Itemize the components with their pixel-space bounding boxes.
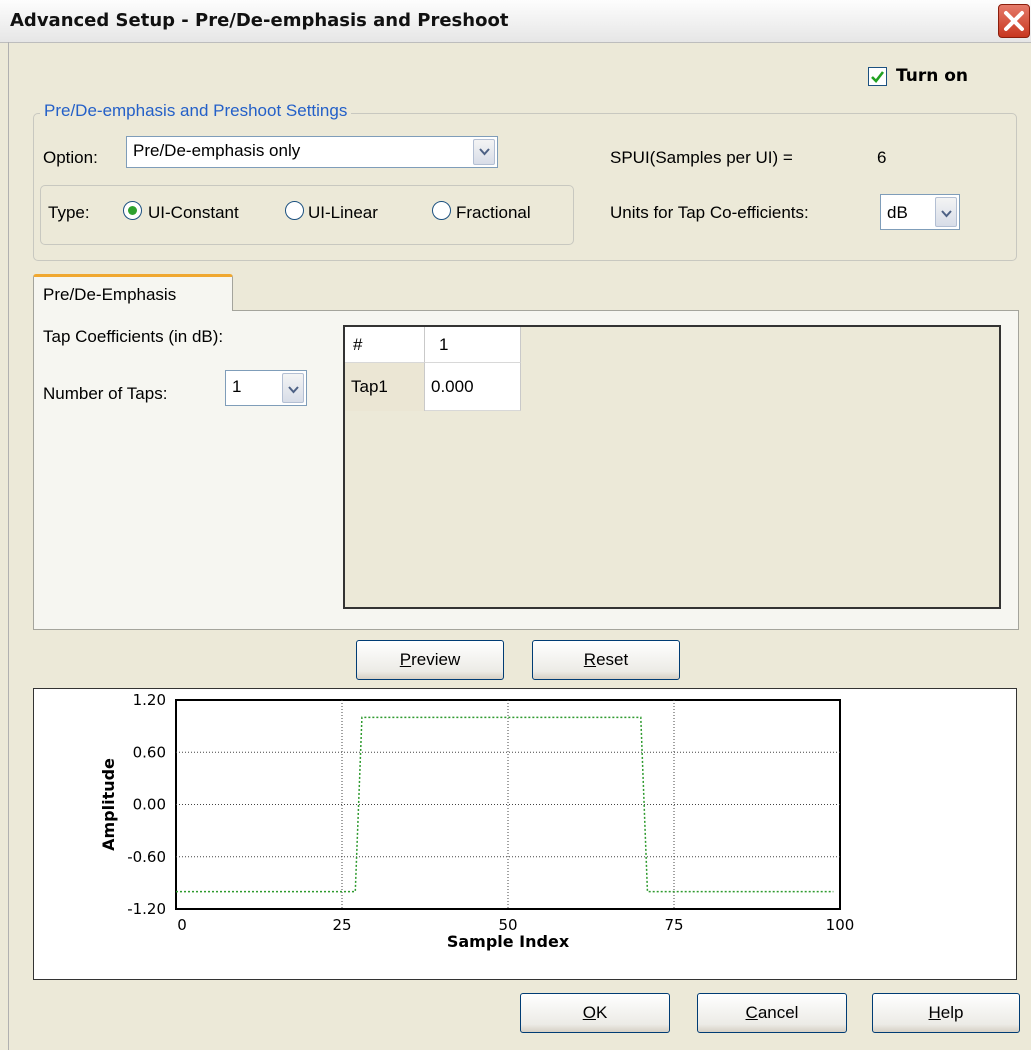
y-axis-label: Amplitude [99,758,118,851]
option-dropdown[interactable]: Pre/De-emphasis only [126,136,498,168]
x-tick-label: 25 [332,916,351,934]
window-edge [8,42,9,1050]
units-dropdown[interactable]: dB [880,194,960,230]
x-axis-label: Sample Index [447,932,570,951]
preview-button-mnemonic: P [399,650,412,669]
ok-button-mnemonic: O [582,1003,596,1022]
units-value: dB [887,203,908,222]
chevron-down-icon [288,386,299,394]
tap1-value: 0.000 [431,377,474,396]
help-button-label: elp [940,1003,964,1022]
reset-button[interactable]: Reset [532,640,680,680]
ok-button-label: K [595,1003,608,1022]
radio-ui-linear[interactable] [285,201,304,220]
tap1-value-cell[interactable]: 0.000 [425,363,521,411]
grid-header-cell: # [345,327,425,363]
units-label: Units for Tap Co-efficients: [610,203,809,222]
dropdown-arrow-button[interactable] [473,139,495,165]
ok-button[interactable]: OK [520,993,670,1033]
preview-button[interactable]: Preview [356,640,504,680]
tap-coefficients-grid[interactable]: # 1 Tap1 0.000 [343,325,1001,609]
radio-ui-linear-label[interactable]: UI-Linear [308,203,378,223]
grid-header-cell: 1 [425,327,521,363]
y-tick-label: 0.60 [133,743,166,761]
y-tick-label: 1.20 [133,691,166,709]
spui-value: 6 [877,148,887,167]
dropdown-arrow-button[interactable] [935,197,957,227]
cancel-button-mnemonic: C [745,1003,758,1022]
y-tick-label: 0.00 [133,796,166,814]
grid-header-col-1: 1 [439,335,449,354]
y-tick-label: -0.60 [127,848,166,866]
checkbox-box[interactable] [868,67,887,86]
radio-selected-dot [128,206,137,215]
reset-button-mnemonic: R [583,650,597,669]
option-label: Option: [43,148,98,167]
radio-fractional-label[interactable]: Fractional [456,203,531,223]
radio-fractional[interactable] [432,201,451,220]
chevron-down-icon [479,148,490,156]
y-tick-label: -1.20 [127,900,166,918]
type-label: Type: [48,203,90,222]
turn-on-label: Turn on [896,66,969,86]
spui-label: SPUI(Samples per UI) = [610,148,793,167]
help-button-mnemonic: H [928,1003,941,1022]
close-button[interactable] [998,4,1030,38]
title-bar[interactable]: Advanced Setup - Pre/De-emphasis and Pre… [0,0,1031,43]
number-of-taps-dropdown[interactable]: 1 [225,370,307,406]
chart-svg: 0 25 50 75 1001.200.600.00-0.60-1.20Sample I… [99,691,855,951]
table-row-header: Tap1 [345,363,425,411]
number-of-taps-value: 1 [232,377,242,396]
option-value: Pre/De-emphasis only [133,141,301,160]
row-name-tap1: Tap1 [351,377,388,396]
settings-group-legend: Pre/De-emphasis and Preshoot Settings [40,101,352,121]
tab-label: Pre/De-Emphasis [43,285,177,304]
dialog-window: Advanced Setup - Pre/De-emphasis and Pre… [0,0,1031,1050]
x-tick-label: 75 [664,916,683,934]
radio-ui-constant[interactable] [123,201,142,220]
close-icon [1004,11,1024,31]
radio-ui-constant-label[interactable]: UI-Constant [148,203,239,223]
cancel-button[interactable]: Cancel [697,993,847,1033]
tab-pre-de-emphasis[interactable]: Pre/De-Emphasis [33,274,233,311]
grid-header-number: # [353,335,363,354]
x-tick-label: 100 [826,916,855,934]
number-of-taps-label: Number of Taps: [43,384,168,403]
cancel-button-label: ancel [757,1003,799,1022]
tap-coefficients-label: Tap Coefficients (in dB): [43,327,224,346]
checkmark-icon [871,71,885,83]
reset-button-label: eset [596,650,629,669]
chevron-down-icon [941,210,952,218]
help-button[interactable]: Help [872,993,1020,1033]
window-title: Advanced Setup - Pre/De-emphasis and Pre… [10,10,509,31]
x-tick-label: 0 [177,916,187,934]
preview-chart: 0 25 50 75 100 1.20 0.60 0.00 -0.60 -1.20 Sample I… [33,688,1017,980]
preview-button-label: review [411,650,461,669]
dropdown-arrow-button[interactable] [282,373,304,403]
